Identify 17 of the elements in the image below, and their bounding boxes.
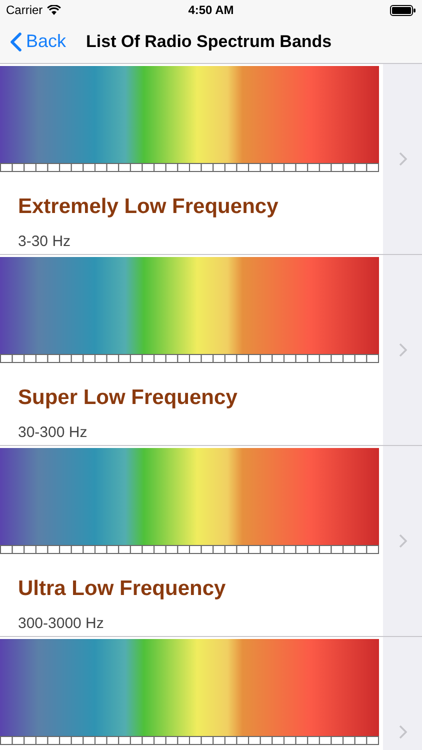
battery-icon	[390, 4, 416, 16]
chevron-icon	[398, 152, 406, 166]
nav-title: List Of Radio Spectrum Bands	[86, 30, 332, 53]
wifi-icon	[46, 5, 61, 15]
chevron-icon	[398, 725, 406, 739]
back-chevron-icon	[10, 32, 22, 52]
band-title: Ultra Low Frequency	[18, 576, 227, 602]
band-range: 3-30 Hz	[18, 232, 72, 252]
back-button[interactable]: Back	[0, 28, 66, 55]
chevron-icon	[398, 343, 406, 357]
chevron-icon	[398, 534, 406, 548]
band-range: 30-300 Hz	[18, 422, 88, 442]
band-range: 300-3000 Hz	[18, 614, 105, 634]
band-title: Super Low Frequency	[18, 385, 238, 411]
carrier-label: Carrier	[6, 2, 43, 19]
status-time: 4:50 AM	[188, 2, 234, 19]
band-title: Extremely Low Frequency	[18, 194, 280, 220]
